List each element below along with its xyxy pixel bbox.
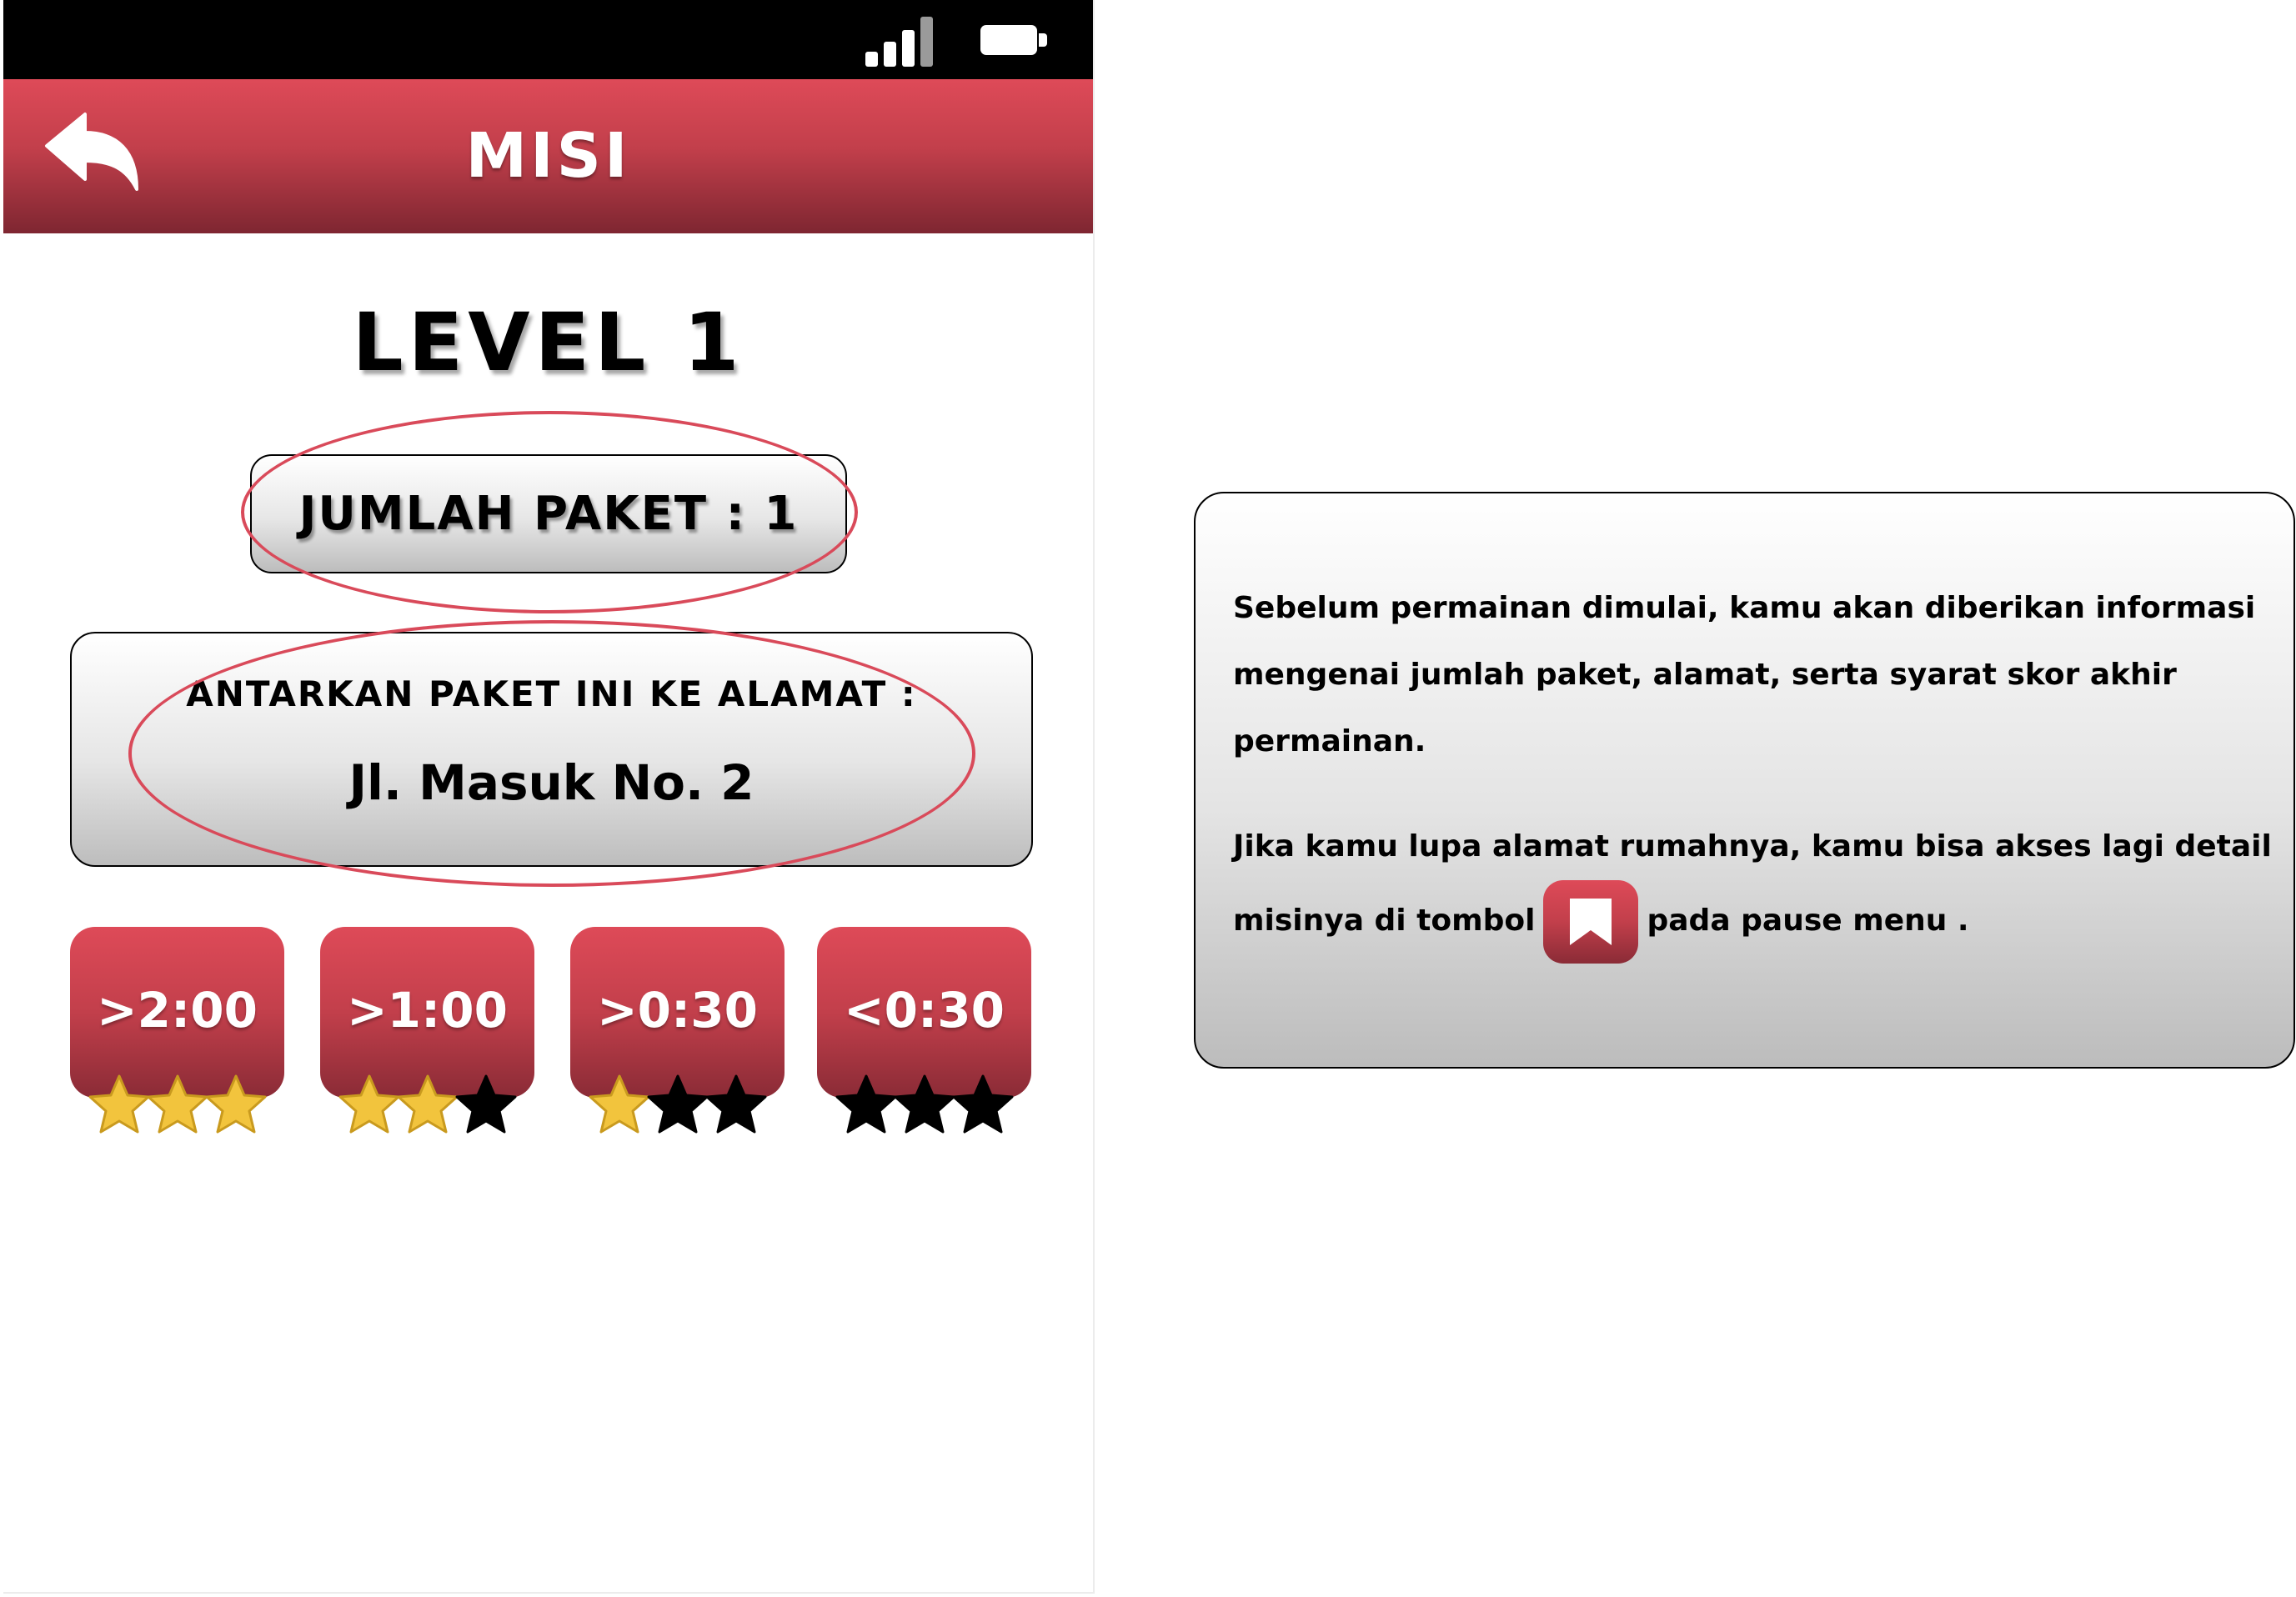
- header-title: MISI: [465, 120, 631, 192]
- star-filled-icon: [589, 1074, 650, 1134]
- canvas: MISI LEVEL 1 JUMLAH PAKET : 1 ANTARKAN P…: [0, 0, 2296, 1597]
- address-label: ANTARKAN PAKET INI KE ALAMAT :: [186, 673, 917, 714]
- info-paragraph-1: Sebelum permainan dimulai, kamu akan dib…: [1233, 591, 2256, 758]
- battery-icon: [980, 25, 1047, 55]
- signal-icon: [865, 15, 940, 67]
- star-rating: [337, 1073, 529, 1139]
- star-rating: [834, 1073, 1025, 1139]
- status-bar: [3, 0, 1093, 79]
- star-rating: [87, 1073, 278, 1139]
- star-empty-icon: [894, 1074, 955, 1134]
- info-paragraph-2: Jika kamu lupa alamat rumahnya, kamu bis…: [1233, 814, 2275, 964]
- star-empty-icon: [647, 1074, 709, 1134]
- star-filled-icon: [338, 1074, 400, 1134]
- info-paragraph-2-end: pada pause menu .: [1647, 904, 1969, 938]
- phone-screen: MISI LEVEL 1 JUMLAH PAKET : 1 ANTARKAN P…: [3, 0, 1095, 1594]
- address-value: Jl. Masuk No. 2: [348, 754, 754, 811]
- info-panel: Sebelum permainan dimulai, kamu akan dib…: [1194, 492, 2295, 1069]
- star-empty-icon: [455, 1074, 517, 1134]
- star-filled-icon: [147, 1074, 208, 1134]
- score-tier: <0:30: [817, 927, 1031, 1135]
- mission-detail-button[interactable]: [1543, 880, 1639, 964]
- score-tier: >1:00: [320, 927, 534, 1135]
- star-filled-icon: [205, 1074, 267, 1134]
- score-tier: >2:00: [70, 927, 284, 1135]
- header-bar: MISI: [3, 79, 1093, 233]
- address-box: ANTARKAN PAKET INI KE ALAMAT : Jl. Masuk…: [70, 632, 1033, 867]
- bookmark-icon: [1570, 899, 1612, 945]
- star-filled-icon: [88, 1074, 150, 1134]
- paket-count-box: JUMLAH PAKET : 1: [250, 454, 847, 573]
- star-filled-icon: [397, 1074, 459, 1134]
- level-title: LEVEL 1: [352, 296, 744, 389]
- score-tier: >0:30: [570, 927, 785, 1135]
- star-rating: [587, 1073, 779, 1139]
- paket-count-label: JUMLAH PAKET : 1: [298, 487, 799, 541]
- star-empty-icon: [952, 1074, 1014, 1134]
- star-empty-icon: [705, 1074, 767, 1134]
- star-empty-icon: [835, 1074, 897, 1134]
